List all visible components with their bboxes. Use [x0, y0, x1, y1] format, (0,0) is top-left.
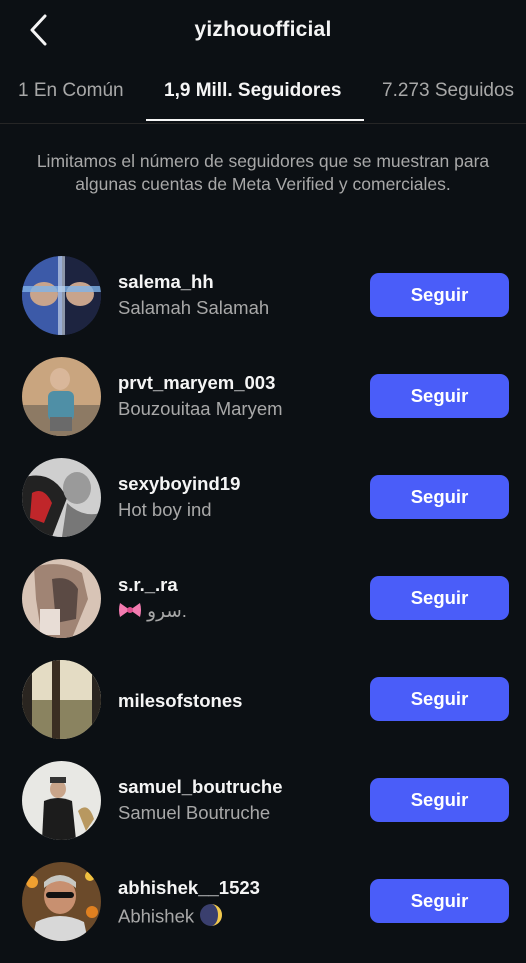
full-name-row: سرو. — [118, 600, 358, 624]
full-name: سرو. — [147, 600, 187, 621]
list-item[interactable]: abhishek__1523 Abhishek Seguir — [0, 860, 526, 961]
follower-info: samuel_boutruche Samuel Boutruche — [118, 776, 358, 824]
full-name: Salamah Salamah — [118, 297, 270, 318]
avatar[interactable] — [22, 458, 101, 537]
follower-info: salema_hh Salamah Salamah — [118, 271, 358, 319]
full-name: Hot boy ind — [118, 499, 212, 520]
follower-info: abhishek__1523 Abhishek — [118, 877, 358, 932]
page-title: yizhouofficial — [194, 18, 332, 41]
tab-followers[interactable]: 1,9 Mill. Seguidores — [164, 80, 341, 102]
tab-following[interactable]: 7.273 Seguidos — [382, 80, 514, 102]
ribbon-icon — [118, 601, 142, 624]
active-tab-indicator — [146, 119, 364, 121]
avatar[interactable] — [22, 761, 101, 840]
username[interactable]: s.r._.ra — [118, 574, 358, 596]
follow-button[interactable]: Seguir — [370, 677, 509, 721]
followers-limit-notice: Limitamos el número de seguidores que se… — [36, 151, 490, 194]
moon-icon — [199, 903, 223, 932]
avatar[interactable] — [22, 862, 101, 941]
username[interactable]: sexyboyind19 — [118, 473, 358, 495]
username[interactable]: abhishek__1523 — [118, 877, 358, 899]
follower-info: sexyboyind19 Hot boy ind — [118, 473, 358, 521]
follow-button[interactable]: Seguir — [370, 475, 509, 519]
follow-button[interactable]: Seguir — [370, 778, 509, 822]
follow-button[interactable]: Seguir — [370, 879, 509, 923]
top-bar: yizhouofficial — [0, 0, 526, 62]
list-item[interactable]: salema_hh Salamah Salamah Seguir — [0, 254, 526, 355]
username[interactable]: prvt_maryem_003 — [118, 372, 358, 394]
list-item[interactable]: samuel_boutruche Samuel Boutruche Seguir — [0, 759, 526, 860]
follow-button[interactable]: Seguir — [370, 273, 509, 317]
full-name: Samuel Boutruche — [118, 802, 271, 823]
full-name: Abhishek — [118, 905, 195, 927]
tab-bar: 1 En Común 1,9 Mill. Seguidores 7.273 Se… — [0, 62, 526, 124]
avatar[interactable] — [22, 559, 101, 638]
follower-info: prvt_maryem_003 Bouzouitaa Maryem — [118, 372, 358, 420]
list-item[interactable]: s.r._.ra سرو. Seguir — [0, 557, 526, 658]
tab-mutual[interactable]: 1 En Común — [18, 80, 124, 102]
list-item[interactable]: prvt_maryem_003 Bouzouitaa Maryem Seguir — [0, 355, 526, 456]
full-name: Bouzouitaa Maryem — [118, 398, 283, 419]
follower-info: s.r._.ra سرو. — [118, 574, 358, 624]
avatar[interactable] — [22, 660, 101, 739]
username[interactable]: salema_hh — [118, 271, 358, 293]
follow-button[interactable]: Seguir — [370, 374, 509, 418]
list-item[interactable]: sexyboyind19 Hot boy ind Seguir — [0, 456, 526, 557]
avatar[interactable] — [22, 256, 101, 335]
follower-info: milesofstones — [118, 690, 358, 712]
follow-button[interactable]: Seguir — [370, 576, 509, 620]
full-name-row: Abhishek — [118, 903, 358, 932]
list-item[interactable]: milesofstones Seguir — [0, 658, 526, 759]
username[interactable]: milesofstones — [118, 690, 358, 712]
username[interactable]: samuel_boutruche — [118, 776, 358, 798]
avatar[interactable] — [22, 357, 101, 436]
followers-list: salema_hh Salamah Salamah Seguir prvt_ma… — [0, 254, 526, 961]
